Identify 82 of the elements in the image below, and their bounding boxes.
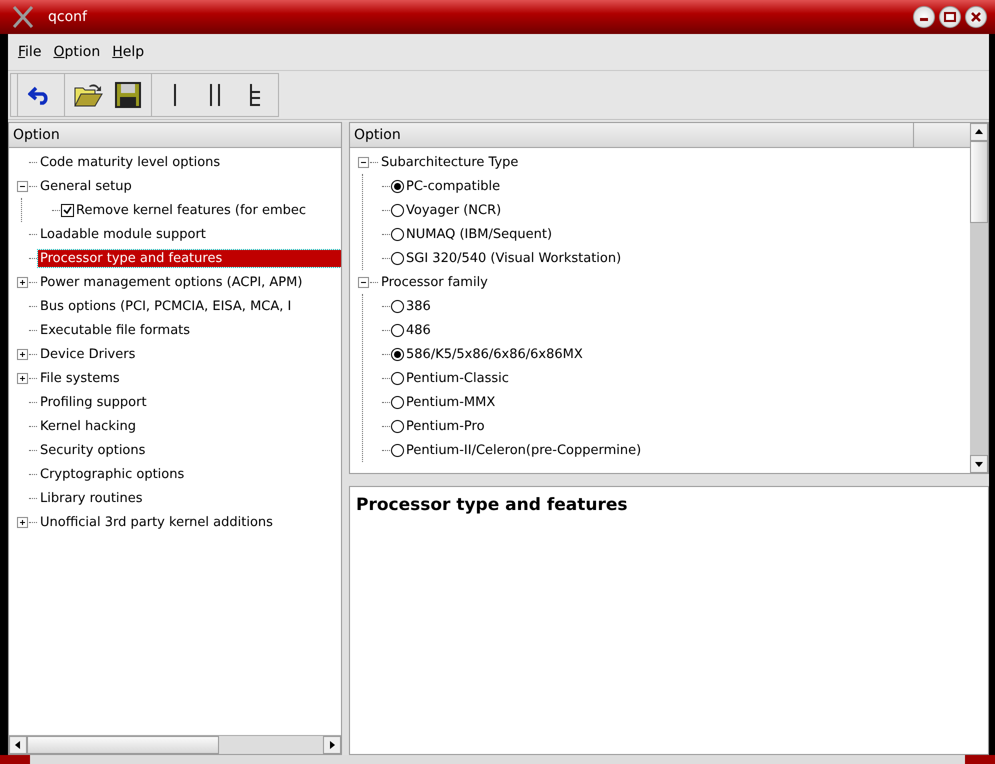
tree-item[interactable]: 586/K5/5x86/6x86/6x86MX <box>404 346 585 362</box>
collapse-toggle[interactable] <box>17 180 28 192</box>
tree-item[interactable]: PC-compatible <box>404 178 502 194</box>
tree-item[interactable]: Processor type and features <box>38 250 341 266</box>
tree-item[interactable]: Subarchitecture Type <box>379 154 520 170</box>
tree-item[interactable]: 486 <box>404 322 433 338</box>
radio-button[interactable] <box>391 204 404 216</box>
tree-lines-icon <box>248 83 262 107</box>
vertical-scrollbar[interactable] <box>970 123 988 473</box>
radio-button[interactable] <box>391 228 404 240</box>
tree-item[interactable]: Code maturity level options <box>38 154 222 170</box>
menu-item[interactable]: Help <box>108 42 148 62</box>
tree-item[interactable]: 386 <box>404 298 433 314</box>
up-arrow-icon <box>975 128 983 136</box>
tree-item[interactable]: Pentium-MMX <box>404 394 498 410</box>
plus-icon <box>19 374 26 382</box>
tree-item[interactable]: Pentium-Classic <box>404 370 511 386</box>
scroll-left-button[interactable] <box>9 736 27 754</box>
plus-icon <box>19 518 26 526</box>
maximize-icon <box>944 12 956 22</box>
collapse-toggle[interactable] <box>358 276 369 288</box>
radio-button[interactable] <box>391 372 404 384</box>
menu-item[interactable]: File <box>14 42 46 62</box>
expand-toggle[interactable] <box>17 348 28 360</box>
close-icon <box>971 12 981 22</box>
tree-item[interactable]: Kernel hacking <box>38 418 138 434</box>
radio-button[interactable] <box>391 300 404 312</box>
scroll-up-button[interactable] <box>970 123 988 141</box>
tree-item[interactable]: Voyager (NCR) <box>404 202 504 218</box>
expand-toggle[interactable] <box>17 516 28 528</box>
radio-button[interactable] <box>391 324 404 336</box>
maximize-button[interactable] <box>939 6 961 28</box>
scroll-down-button[interactable] <box>970 455 988 473</box>
tree-item[interactable]: File systems <box>38 370 122 386</box>
tree-item[interactable]: Bus options (PCI, PCMCIA, EISA, MCA, I <box>38 298 294 314</box>
minimize-button[interactable] <box>913 6 935 28</box>
tree-item[interactable]: General setup <box>38 178 134 194</box>
tree-item[interactable]: Device Drivers <box>38 346 138 362</box>
right-arrow-icon <box>328 741 336 749</box>
radio-button[interactable] <box>391 396 404 408</box>
checkbox[interactable] <box>61 204 74 216</box>
horizontal-scrollbar[interactable] <box>9 735 341 754</box>
expand-toggle[interactable] <box>17 276 28 288</box>
toolbar-grip[interactable] <box>10 73 18 117</box>
plus-icon <box>19 350 26 358</box>
column-header[interactable]: Option <box>9 123 341 148</box>
expand-toggle[interactable] <box>17 372 28 384</box>
help-title: Processor type and features <box>356 495 628 515</box>
menu-item[interactable]: Option <box>49 42 104 62</box>
scroll-right-button[interactable] <box>323 736 341 754</box>
radio-button[interactable] <box>391 420 404 432</box>
single-bar-icon <box>172 83 178 107</box>
tree-item[interactable]: Executable file formats <box>38 322 192 338</box>
plus-icon <box>19 278 26 286</box>
left-arrow-icon <box>14 741 22 749</box>
tree-item[interactable]: Pentium-II/Celeron(pre-Coppermine) <box>404 442 644 458</box>
tree-item[interactable]: Loadable module support <box>38 226 208 242</box>
x-logo-icon <box>12 6 34 28</box>
down-arrow-icon <box>975 460 983 468</box>
tree-item[interactable]: Power management options (ACPI, APM) <box>38 274 304 290</box>
column-header[interactable]: Option <box>350 123 913 148</box>
tree-item[interactable]: NUMAQ (IBM/Sequent) <box>404 226 554 242</box>
collapse-toggle[interactable] <box>358 156 369 168</box>
scrollbar-thumb[interactable] <box>970 141 988 223</box>
tree-item[interactable]: Unofficial 3rd party kernel additions <box>38 514 275 530</box>
tree-item[interactable]: Remove kernel features (for embec <box>74 202 308 218</box>
radio-button[interactable] <box>391 180 404 192</box>
double-bar-icon <box>208 83 222 107</box>
tree-item[interactable]: SGI 320/540 (Visual Workstation) <box>404 250 624 266</box>
folder-icon <box>73 82 103 108</box>
close-button[interactable] <box>965 6 987 28</box>
tree-item[interactable]: Pentium-Pro <box>404 418 487 434</box>
radio-button[interactable] <box>391 348 404 360</box>
scrollbar-thumb[interactable] <box>27 736 219 754</box>
tree-item[interactable]: Profiling support <box>38 394 149 410</box>
window-title: qconf <box>48 9 88 25</box>
tree-item[interactable]: Library routines <box>38 490 145 506</box>
tree-item[interactable]: Cryptographic options <box>38 466 186 482</box>
radio-button[interactable] <box>391 444 404 456</box>
tree-item[interactable]: Security options <box>38 442 148 458</box>
tree-item[interactable]: Processor family <box>379 274 490 290</box>
radio-button[interactable] <box>391 252 404 264</box>
